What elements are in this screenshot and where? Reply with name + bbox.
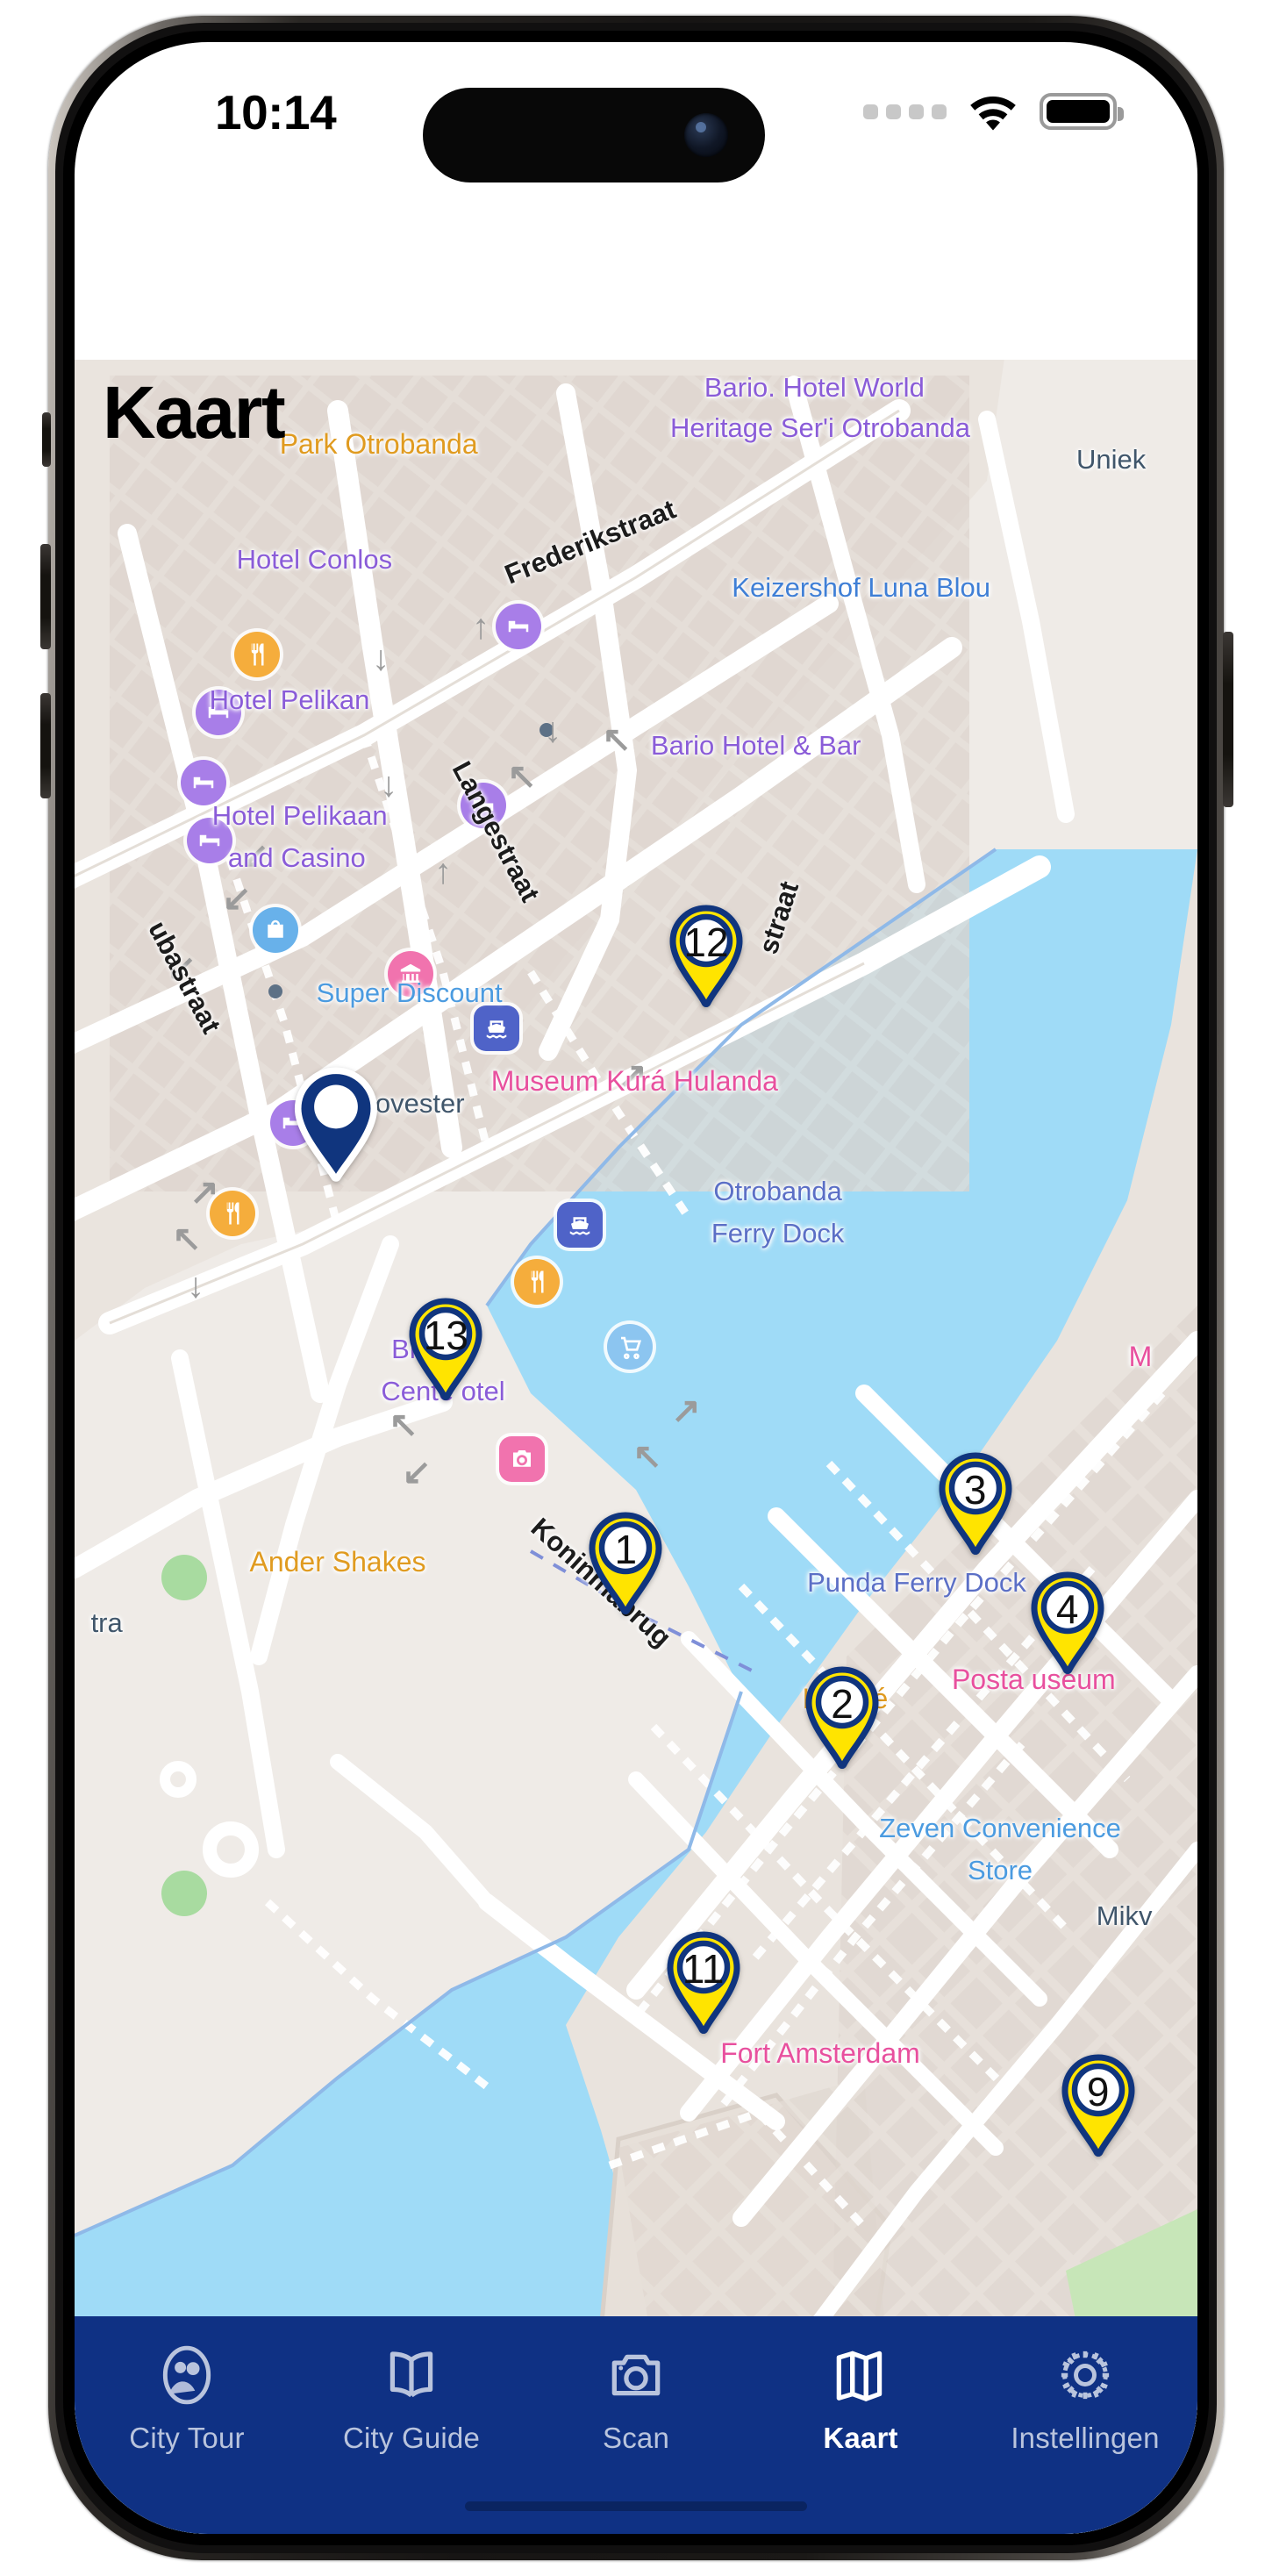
map-pin-number: 12: [683, 919, 729, 965]
map-pin-13[interactable]: 13: [404, 1297, 488, 1404]
navigation-bar: Kaart: [75, 174, 1197, 449]
hotel-icon: [196, 690, 241, 735]
hotel-icon: [181, 760, 226, 805]
book-icon: [379, 2341, 444, 2409]
silent-switch[interactable]: [42, 412, 51, 467]
hotel-icon: [187, 818, 232, 863]
hotel-icon: [496, 604, 541, 649]
map-pin-number: 1: [614, 1527, 638, 1572]
tab-label: Scan: [602, 2422, 670, 2454]
bottom-tab-bar[interactable]: City Tour City Guide Scan Kaart Instelli…: [75, 2316, 1197, 2534]
restaurant-icon: [514, 1259, 560, 1305]
status-icons: [863, 91, 1124, 132]
map-basemap: [75, 358, 1197, 2534]
map-pin-9[interactable]: 9: [1056, 2053, 1140, 2160]
map-pin-12[interactable]: 12: [664, 904, 748, 1011]
ferry-icon: [474, 1005, 519, 1051]
map-pin-2[interactable]: 2: [800, 1665, 884, 1772]
current-location-pin[interactable]: [289, 1067, 382, 1183]
park-dot-icon: [161, 1555, 207, 1600]
museum-icon: [388, 951, 433, 997]
tab-kaart[interactable]: Kaart: [748, 2341, 973, 2455]
restaurant-icon: [210, 1191, 255, 1236]
tab-label: Instellingen: [1011, 2422, 1160, 2454]
ferry-icon: [557, 1202, 603, 1248]
tab-city-guide[interactable]: City Guide: [299, 2341, 524, 2455]
tab-scan[interactable]: Scan: [524, 2341, 748, 2455]
map-icon: [828, 2341, 893, 2409]
home-indicator[interactable]: [465, 2501, 807, 2511]
map-pin-number: 13: [423, 1313, 468, 1358]
tab-label: City Tour: [129, 2422, 245, 2454]
place-dot-icon: [540, 723, 554, 737]
map-pin-number: 2: [831, 1681, 854, 1727]
screenshot-root: ↓ ↑ ↓ ↖ ↖ ↗ ↑ ↙ ↙ ↙ ↗ ↖ ↓ ↗ ↖ ↙ ↖ ↓ Park…: [0, 0, 1272, 2576]
camera-icon: [604, 2341, 668, 2409]
map-pin-3[interactable]: 3: [933, 1451, 1018, 1558]
shop-icon: [253, 907, 298, 953]
place-dot-icon: [268, 984, 282, 998]
phone-screen: ↓ ↑ ↓ ↖ ↖ ↗ ↑ ↙ ↙ ↙ ↗ ↖ ↓ ↗ ↖ ↙ ↖ ↓ Park…: [75, 42, 1197, 2534]
dynamic-island: [423, 88, 765, 182]
restaurant-icon: [234, 632, 280, 677]
map-pin-4[interactable]: 4: [1025, 1571, 1110, 1678]
map-pin-1[interactable]: 1: [583, 1511, 668, 1618]
map-pin-number: 4: [1055, 1586, 1079, 1632]
hotel-icon: [461, 783, 506, 828]
tab-label: Kaart: [823, 2422, 898, 2454]
map-pin-number: 3: [963, 1467, 987, 1513]
tab-city-tour[interactable]: City Tour: [75, 2341, 299, 2455]
people-icon: [154, 2341, 219, 2409]
grocery-cart-icon: [607, 1324, 653, 1370]
volume-down-button[interactable]: [40, 693, 51, 798]
volume-up-button[interactable]: [40, 544, 51, 649]
front-camera-icon: [684, 113, 728, 157]
gear-icon: [1053, 2341, 1118, 2409]
viewpoint-camera-icon: [499, 1436, 545, 1482]
signal-dots-icon: [863, 104, 947, 119]
battery-icon: [1040, 93, 1124, 130]
tab-label: City Guide: [342, 2422, 481, 2454]
page-title: Kaart: [103, 371, 286, 454]
map-pin-11[interactable]: 11: [661, 1930, 746, 2037]
tab-instellingen[interactable]: Instellingen: [973, 2341, 1197, 2455]
status-time: 10:14: [215, 85, 337, 140]
map-pin-number: 9: [1086, 2069, 1110, 2114]
map-pin-number: 11: [682, 1946, 725, 1992]
wifi-icon: [966, 91, 1020, 132]
map-canvas[interactable]: ↓ ↑ ↓ ↖ ↖ ↗ ↑ ↙ ↙ ↙ ↗ ↖ ↓ ↗ ↖ ↙ ↖ ↓ Park…: [75, 358, 1197, 2534]
power-button[interactable]: [1223, 632, 1233, 807]
